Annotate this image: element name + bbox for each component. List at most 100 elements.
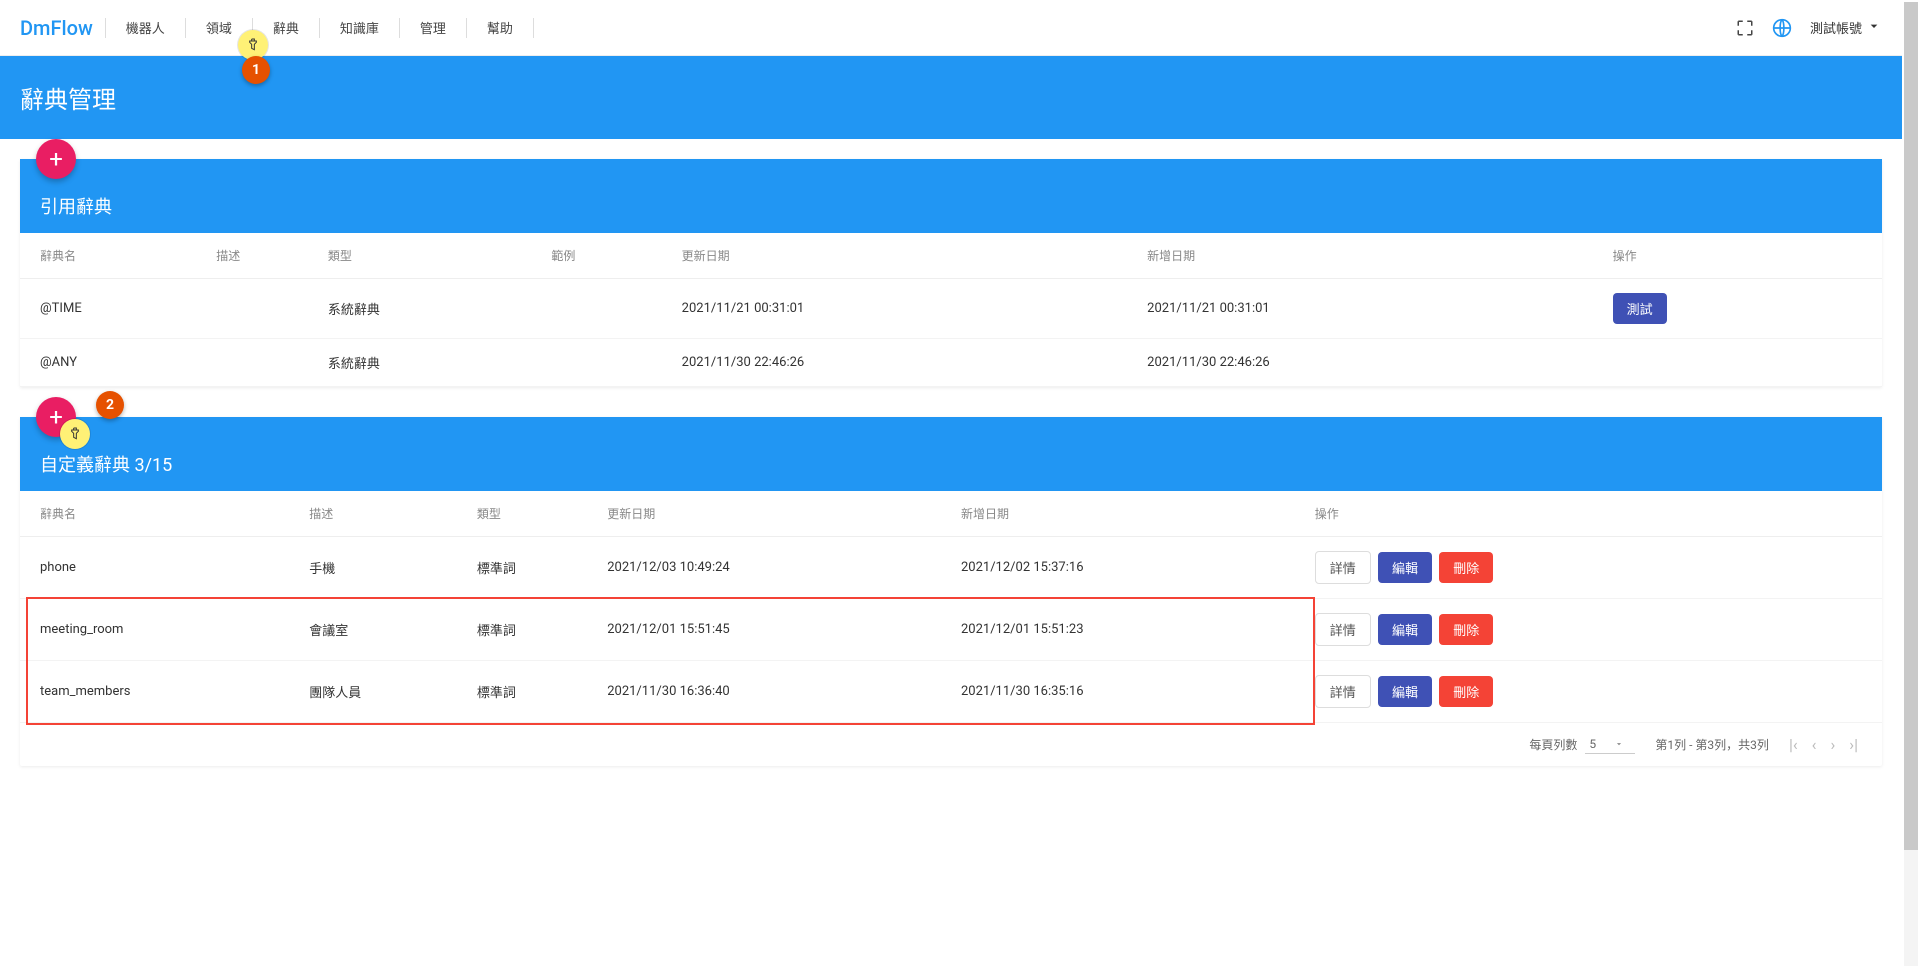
edit-button[interactable]: 編輯 bbox=[1378, 552, 1432, 583]
vertical-scrollbar[interactable] bbox=[1904, 2, 1918, 966]
col-created: 新增日期 bbox=[951, 491, 1305, 537]
nav-item-help[interactable]: 幫助 bbox=[469, 18, 531, 37]
nav-item-robot[interactable]: 機器人 bbox=[108, 18, 183, 37]
page-title: 辭典管理 bbox=[0, 56, 1902, 139]
top-navbar: DmFlow 機器人 領域 辭典 知識庫 管理 幫助 測試帳號 bbox=[0, 0, 1902, 56]
divider bbox=[533, 18, 534, 38]
cell-name: phone bbox=[20, 537, 299, 599]
col-actions: 操作 bbox=[1305, 491, 1882, 537]
table-row: team_members 團隊人員 標準詞 2021/11/30 16:36:4… bbox=[20, 661, 1882, 723]
annotation-callout-2: 2 bbox=[96, 391, 124, 419]
divider bbox=[105, 18, 106, 38]
cell-desc: 團隊人員 bbox=[299, 661, 467, 723]
rows-per-page: 每頁列數 5 bbox=[1529, 735, 1635, 754]
cell-desc: 手機 bbox=[299, 537, 467, 599]
cell-actions: 測試 bbox=[1603, 279, 1882, 339]
cell-type: 標準詞 bbox=[467, 661, 597, 723]
cursor-highlight-icon bbox=[60, 419, 90, 449]
cell-actions bbox=[1603, 339, 1882, 387]
reference-dictionary-card: + 引用辭典 辭典名 描述 類型 範例 更新日期 新增日期 操作 @TIME 系… bbox=[20, 159, 1882, 387]
account-label: 測試帳號 bbox=[1810, 18, 1862, 37]
cell-actions: 詳情 編輯 刪除 bbox=[1305, 537, 1882, 599]
chevron-down-icon bbox=[1866, 18, 1882, 38]
divider bbox=[466, 18, 467, 38]
custom-dictionary-card: + 2 自定義辭典 3/15 辭典名 描述 類型 更新日期 新增日期 操作 ph… bbox=[20, 417, 1882, 766]
page-last-icon[interactable]: ›| bbox=[1849, 735, 1858, 754]
nav-item-domain[interactable]: 領域 bbox=[188, 18, 250, 37]
col-type: 類型 bbox=[467, 491, 597, 537]
cell-example bbox=[541, 279, 671, 339]
col-example: 範例 bbox=[541, 233, 671, 279]
card-title: 自定義辭典 3/15 bbox=[40, 451, 172, 477]
cell-type: 系統辭典 bbox=[318, 279, 541, 339]
cell-actions: 詳情 編輯 刪除 bbox=[1305, 599, 1882, 661]
brand-logo: DmFlow bbox=[20, 16, 93, 40]
col-name: 辭典名 bbox=[20, 233, 206, 279]
edit-button[interactable]: 編輯 bbox=[1378, 614, 1432, 645]
col-updated: 更新日期 bbox=[597, 491, 951, 537]
reference-dict-table: 辭典名 描述 類型 範例 更新日期 新增日期 操作 @TIME 系統辭典 202… bbox=[20, 233, 1882, 387]
col-name: 辭典名 bbox=[20, 491, 299, 537]
test-button[interactable]: 測試 bbox=[1613, 293, 1667, 324]
col-updated: 更新日期 bbox=[672, 233, 1138, 279]
card-title: 引用辭典 bbox=[40, 193, 112, 219]
delete-button[interactable]: 刪除 bbox=[1439, 676, 1493, 707]
detail-button[interactable]: 詳情 bbox=[1315, 675, 1371, 708]
cell-updated: 2021/12/03 10:49:24 bbox=[597, 537, 951, 599]
page-first-icon[interactable]: |‹ bbox=[1789, 735, 1798, 754]
nav-item-knowledge[interactable]: 知識庫 bbox=[322, 18, 397, 37]
pagination-range: 第1列 - 第3列，共3列 bbox=[1655, 736, 1769, 753]
delete-button[interactable]: 刪除 bbox=[1439, 552, 1493, 583]
table-row: phone 手機 標準詞 2021/12/03 10:49:24 2021/12… bbox=[20, 537, 1882, 599]
custom-dict-table: 辭典名 描述 類型 更新日期 新增日期 操作 phone 手機 標準詞 2021… bbox=[20, 491, 1882, 723]
rows-per-page-label: 每頁列數 bbox=[1529, 736, 1577, 753]
nav-item-manage[interactable]: 管理 bbox=[402, 18, 464, 37]
delete-button[interactable]: 刪除 bbox=[1439, 614, 1493, 645]
divider bbox=[185, 18, 186, 38]
cell-name: meeting_room bbox=[20, 599, 299, 661]
col-desc: 描述 bbox=[299, 491, 467, 537]
page-prev-icon[interactable]: ‹ bbox=[1812, 735, 1817, 754]
edit-button[interactable]: 編輯 bbox=[1378, 676, 1432, 707]
cell-created: 2021/12/01 15:51:23 bbox=[951, 599, 1305, 661]
col-created: 新增日期 bbox=[1137, 233, 1603, 279]
col-desc: 描述 bbox=[206, 233, 318, 279]
cell-actions: 詳情 編輯 刪除 bbox=[1305, 661, 1882, 723]
cell-updated: 2021/12/01 15:51:45 bbox=[597, 599, 951, 661]
cell-name: team_members bbox=[20, 661, 299, 723]
page-next-icon[interactable]: › bbox=[1830, 735, 1835, 754]
card-header-reference: 引用辭典 bbox=[20, 159, 1882, 233]
detail-button[interactable]: 詳情 bbox=[1315, 551, 1371, 584]
cell-desc bbox=[206, 279, 318, 339]
globe-icon[interactable] bbox=[1772, 18, 1792, 38]
col-type: 類型 bbox=[318, 233, 541, 279]
table-row: meeting_room 會議室 標準詞 2021/12/01 15:51:45… bbox=[20, 599, 1882, 661]
cell-type: 系統辭典 bbox=[318, 339, 541, 387]
cell-updated: 2021/11/30 16:36:40 bbox=[597, 661, 951, 723]
cell-updated: 2021/11/30 22:46:26 bbox=[672, 339, 1138, 387]
fullscreen-icon[interactable] bbox=[1736, 19, 1754, 37]
table-row: @TIME 系統辭典 2021/11/21 00:31:01 2021/11/2… bbox=[20, 279, 1882, 339]
scroll-thumb[interactable] bbox=[1904, 2, 1918, 850]
cell-created: 2021/11/30 22:46:26 bbox=[1137, 339, 1603, 387]
cell-updated: 2021/11/21 00:31:01 bbox=[672, 279, 1138, 339]
annotation-callout-1: 1 bbox=[242, 56, 270, 84]
dropdown-triangle-icon bbox=[1614, 739, 1624, 749]
detail-button[interactable]: 詳情 bbox=[1315, 613, 1371, 646]
divider bbox=[319, 18, 320, 38]
cell-desc bbox=[206, 339, 318, 387]
cell-example bbox=[541, 339, 671, 387]
cell-desc: 會議室 bbox=[299, 599, 467, 661]
cell-created: 2021/11/30 16:35:16 bbox=[951, 661, 1305, 723]
pagination: 每頁列數 5 第1列 - 第3列，共3列 |‹ ‹ › ›| bbox=[20, 723, 1882, 766]
card-header-custom: 自定義辭典 3/15 bbox=[20, 417, 1882, 491]
add-reference-dict-button[interactable]: + bbox=[36, 139, 76, 179]
cell-name: @TIME bbox=[20, 279, 206, 339]
rows-per-page-value: 5 bbox=[1589, 737, 1596, 751]
divider bbox=[399, 18, 400, 38]
table-row: @ANY 系統辭典 2021/11/30 22:46:26 2021/11/30… bbox=[20, 339, 1882, 387]
account-dropdown[interactable]: 測試帳號 bbox=[1810, 18, 1882, 38]
cell-name: @ANY bbox=[20, 339, 206, 387]
rows-per-page-select[interactable]: 5 bbox=[1585, 735, 1635, 754]
cell-type: 標準詞 bbox=[467, 537, 597, 599]
